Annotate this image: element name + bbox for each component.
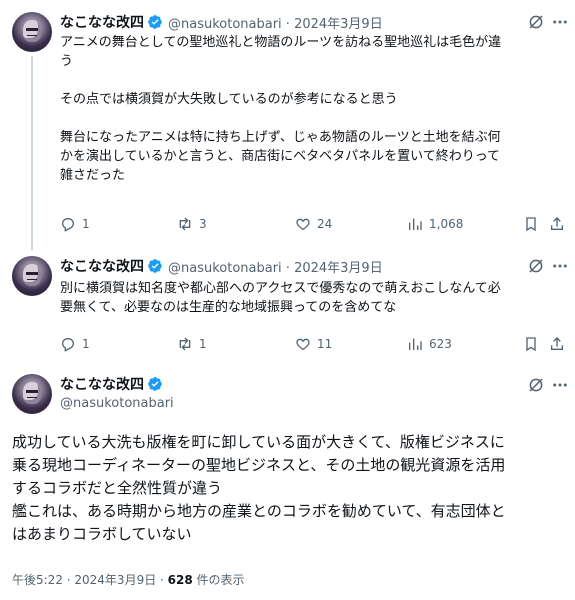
views-count: 628 — [167, 573, 193, 587]
text-line: 要無くて、必要なのは生産的な地域振興ってのを含めてな — [60, 300, 397, 315]
action-bar: 1 1 11 623 — [60, 334, 565, 354]
verified-badge-icon — [148, 15, 162, 29]
avatar[interactable] — [12, 12, 52, 52]
views-button[interactable]: 1,068 — [407, 214, 463, 234]
action-bar: 1 3 24 1,068 — [60, 214, 565, 234]
views-icon — [409, 218, 422, 230]
bookmark-icon[interactable] — [523, 336, 539, 352]
reply-icon — [61, 338, 75, 352]
verified-badge-icon — [148, 377, 162, 391]
repost-icon — [179, 337, 191, 351]
tweet-text: アニメの舞台としての聖地巡礼と物語のルーツを訪ねる聖地巡礼は毛色が違 う その点… — [60, 33, 565, 185]
text-line: アニメの舞台としての聖地巡礼と物語のルーツを訪ねる聖地巡礼は毛色が違 — [60, 35, 502, 50]
text-line: 別に横須賀は知名度や都心部へのアクセスで優秀なので萌えおこしなんて必 — [60, 281, 501, 296]
repost-button[interactable]: 1 — [177, 334, 207, 354]
author-name[interactable]: なこなな改四 — [60, 256, 144, 276]
tweet-2[interactable]: なこなな改四 @nasukotonabari · 2024年3月9日 別に横須賀… — [0, 246, 575, 362]
author-name[interactable]: なこなな改四 — [60, 374, 144, 394]
author-block: なこなな改四 @nasukotonabari — [60, 374, 174, 414]
main-tweet: なこなな改四 @nasukotonabari 成功している大洗も版権を町に卸して… — [0, 362, 575, 600]
views-label: 件の表示 — [192, 573, 245, 587]
text-line: 成功している大洗も版権を町に卸している面が大きくて、版権ビジネスに — [12, 433, 505, 451]
reply-button[interactable]: 1 — [60, 334, 90, 354]
verified-badge-icon — [148, 259, 162, 273]
repost-count: 3 — [199, 217, 207, 231]
views-icon — [409, 338, 422, 350]
handle-date[interactable]: @nasukotonabari · 2024年3月9日 — [168, 13, 383, 32]
share-icon[interactable] — [549, 336, 565, 352]
more-icon[interactable] — [551, 257, 569, 275]
like-button[interactable]: 11 — [295, 334, 332, 354]
avatar[interactable] — [12, 256, 52, 296]
tweet-meta: 午後5:22 · 2024年3月9日 · 628 件の表示 — [12, 571, 245, 588]
text-line: 雑さだった — [60, 168, 126, 183]
more-icon[interactable] — [551, 13, 569, 31]
views-count: 1,068 — [429, 217, 464, 231]
text-line: はあまりコラボしていない — [12, 525, 192, 543]
text-line: う — [60, 54, 74, 69]
text-line: 艦これは、ある時期から地方の産業とのコラボを勧めていて、有志団体と — [12, 502, 506, 520]
repost-count: 1 — [199, 337, 207, 351]
grok-icon[interactable] — [527, 257, 545, 275]
avatar[interactable] — [12, 374, 52, 414]
text-line: するコラボだと全然性質が違う — [12, 479, 223, 497]
views-count: 623 — [429, 337, 452, 351]
text-line: その点では横須賀が大失敗しているのが参考になると思う — [60, 92, 398, 107]
main-tweet-text: 成功している大洗も版権を町に卸している面が大きくて、版権ビジネスに 乗る現地コー… — [12, 431, 567, 546]
like-count: 24 — [317, 217, 333, 231]
author-name[interactable]: なこなな改四 — [60, 12, 144, 32]
grok-icon[interactable] — [527, 376, 545, 394]
tweet-text: 別に横須賀は知名度や都心部へのアクセスで優秀なので萌えおこしなんて必 要無くて、… — [60, 279, 565, 317]
tweet-1[interactable]: なこなな改四 @nasukotonabari · 2024年3月9日 アニメの舞… — [0, 0, 575, 250]
tweet-header: なこなな改四 @nasukotonabari · 2024年3月9日 — [60, 256, 383, 276]
text-line: 乗る現地コーディネーターの聖地ビジネスと、その土地の観光資源を活用 — [12, 456, 506, 474]
text-line: かを演出しているかと言うと、商店街にベタベタパネルを置いて終わりって — [60, 149, 501, 164]
like-button[interactable]: 24 — [295, 214, 332, 234]
grok-icon[interactable] — [527, 13, 545, 31]
tweet-header: なこなな改四 @nasukotonabari · 2024年3月9日 — [60, 12, 383, 32]
reply-count: 1 — [82, 217, 90, 231]
repost-button[interactable]: 3 — [177, 214, 207, 234]
reply-button[interactable]: 1 — [60, 214, 90, 234]
text-line: 舞台になったアニメは特に持ち上げず、じゃあ物語のルーツと土地を結ぶ何 — [60, 130, 501, 145]
repost-icon — [179, 217, 191, 231]
author-handle[interactable]: @nasukotonabari — [60, 396, 174, 414]
reply-count: 1 — [82, 337, 90, 351]
handle-date[interactable]: @nasukotonabari · 2024年3月9日 — [168, 257, 383, 276]
like-icon — [296, 338, 310, 351]
like-icon — [296, 218, 310, 231]
views-button[interactable]: 623 — [407, 334, 452, 354]
bookmark-icon[interactable] — [523, 216, 539, 232]
timestamp[interactable]: 午後5:22 · 2024年3月9日 · — [12, 573, 168, 587]
share-icon[interactable] — [549, 216, 565, 232]
like-count: 11 — [317, 337, 333, 351]
more-icon[interactable] — [551, 376, 569, 394]
thread-line — [31, 56, 33, 250]
reply-icon — [61, 218, 75, 232]
